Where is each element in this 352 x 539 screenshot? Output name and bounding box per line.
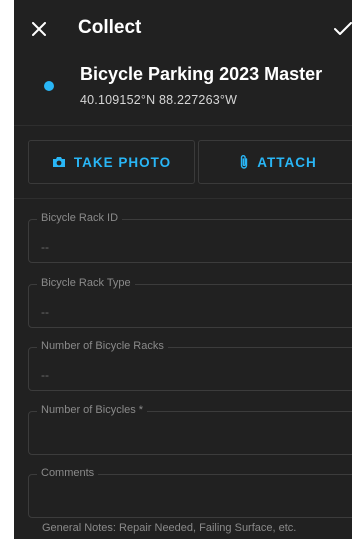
confirm-button[interactable] (334, 14, 352, 44)
field-label: Number of Bicycles * (37, 404, 148, 416)
bicycle-rack-id-field[interactable]: Bicycle Rack ID -- (28, 212, 352, 263)
location-coordinates: 40.109152°N 88.227263°W (80, 93, 238, 107)
field-value: -- (41, 305, 49, 319)
field-value: -- (41, 368, 49, 382)
take-photo-button[interactable]: TAKE PHOTO (28, 140, 195, 184)
comments-field[interactable]: Comments (28, 467, 352, 518)
field-value: -- (41, 240, 49, 254)
field-label: Bicycle Rack Type (37, 277, 135, 289)
paperclip-icon (241, 155, 248, 169)
close-button[interactable] (24, 14, 54, 44)
camera-icon (52, 157, 65, 167)
number-of-bicycles-field[interactable]: Number of Bicycles * (28, 404, 352, 455)
field-label: Bicycle Rack ID (37, 212, 123, 224)
comments-hint: General Notes: Repair Needed, Failing Su… (42, 522, 297, 534)
close-icon (32, 22, 46, 36)
collect-screen: Collect Bicycle Parking 2023 Master 40.1… (14, 0, 352, 539)
header-divider (14, 125, 352, 126)
feature-header: Bicycle Parking 2023 Master 40.109152°N … (14, 60, 352, 124)
actions-divider (14, 198, 352, 199)
layer-symbol-icon (44, 81, 54, 91)
take-photo-label: TAKE PHOTO (73, 154, 172, 170)
app-bar: Collect (14, 0, 352, 60)
number-of-bicycle-racks-field[interactable]: Number of Bicycle Racks -- (28, 340, 352, 391)
layer-name: Bicycle Parking 2023 Master (80, 64, 323, 84)
attach-button[interactable]: ATTACH (198, 140, 352, 184)
field-label: Comments (37, 467, 99, 479)
field-label: Number of Bicycle Racks (37, 340, 168, 352)
attach-label: ATTACH (257, 154, 317, 170)
page-title: Collect (78, 17, 142, 38)
bicycle-rack-type-field[interactable]: Bicycle Rack Type -- (28, 277, 352, 328)
check-icon (334, 22, 352, 35)
